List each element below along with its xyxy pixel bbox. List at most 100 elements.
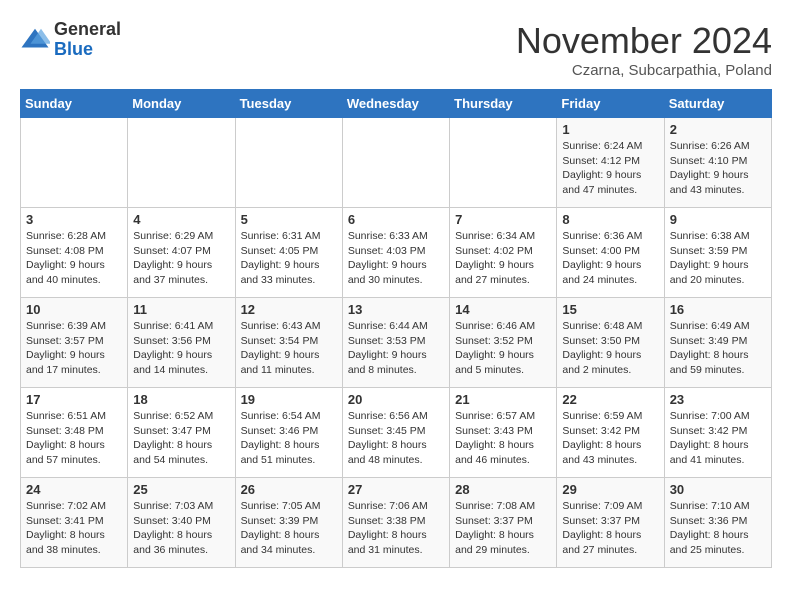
day-cell: 24 Sunrise: 7:02 AMSunset: 3:41 PMDayligh… [21,478,128,568]
title-block: November 2024 Czarna, Subcarpathia, Pola… [516,20,772,79]
day-cell: 16 Sunrise: 6:49 AMSunset: 3:49 PMDayligh… [664,298,771,388]
day-info: Sunrise: 6:31 AMSunset: 4:05 PMDaylight:… [241,229,337,288]
day-info: Sunrise: 6:38 AMSunset: 3:59 PMDaylight:… [670,229,766,288]
header-cell-tuesday: Tuesday [235,90,342,118]
header-cell-thursday: Thursday [450,90,557,118]
page-header: General Blue November 2024 Czarna, Subca… [20,20,772,79]
day-info: Sunrise: 7:00 AMSunset: 3:42 PMDaylight:… [670,409,766,468]
calendar-body: 1 Sunrise: 6:24 AMSunset: 4:12 PMDaylight… [21,118,772,568]
day-info: Sunrise: 6:57 AMSunset: 3:43 PMDaylight:… [455,409,551,468]
day-number: 24 [26,482,122,497]
day-cell: 6 Sunrise: 6:33 AMSunset: 4:03 PMDaylight… [342,208,449,298]
day-number: 27 [348,482,444,497]
day-cell: 13 Sunrise: 6:44 AMSunset: 3:53 PMDayligh… [342,298,449,388]
day-info: Sunrise: 6:44 AMSunset: 3:53 PMDaylight:… [348,319,444,378]
day-cell: 3Sunrise: 6:28 AMSunset: 4:08 PMDaylight… [21,208,128,298]
day-number: 7 [455,212,551,227]
day-number: 30 [670,482,766,497]
day-number: 19 [241,392,337,407]
day-cell: 23 Sunrise: 7:00 AMSunset: 3:42 PMDayligh… [664,388,771,478]
day-number: 17 [26,392,122,407]
day-info: Sunrise: 6:26 AMSunset: 4:10 PMDaylight:… [670,139,766,198]
day-number: 2 [670,122,766,137]
day-info: Sunrise: 6:36 AMSunset: 4:00 PMDaylight:… [562,229,658,288]
logo-icon [20,25,50,55]
day-number: 20 [348,392,444,407]
day-cell: 25Sunrise: 7:03 AMSunset: 3:40 PMDayligh… [128,478,235,568]
day-cell: 7 Sunrise: 6:34 AMSunset: 4:02 PMDaylight… [450,208,557,298]
day-info: Sunrise: 7:03 AMSunset: 3:40 PMDaylight:… [133,499,229,558]
day-cell: 5 Sunrise: 6:31 AMSunset: 4:05 PMDaylight… [235,208,342,298]
day-number: 14 [455,302,551,317]
day-info: Sunrise: 7:10 AMSunset: 3:36 PMDaylight:… [670,499,766,558]
day-cell: 19 Sunrise: 6:54 AMSunset: 3:46 PMDayligh… [235,388,342,478]
day-info: Sunrise: 6:41 AMSunset: 3:56 PMDaylight:… [133,319,229,378]
day-number: 8 [562,212,658,227]
header-cell-friday: Friday [557,90,664,118]
day-number: 9 [670,212,766,227]
day-info: Sunrise: 6:56 AMSunset: 3:45 PMDaylight:… [348,409,444,468]
header-row: SundayMondayTuesdayWednesdayThursdayFrid… [21,90,772,118]
day-info: Sunrise: 6:34 AMSunset: 4:02 PMDaylight:… [455,229,551,288]
logo: General Blue [20,20,121,60]
logo-blue-text: Blue [54,39,93,59]
month-title: November 2024 [516,20,772,62]
day-info: Sunrise: 7:08 AMSunset: 3:37 PMDaylight:… [455,499,551,558]
day-info: Sunrise: 6:51 AMSunset: 3:48 PMDaylight:… [26,409,122,468]
day-info: Sunrise: 6:54 AMSunset: 3:46 PMDaylight:… [241,409,337,468]
day-number: 13 [348,302,444,317]
day-cell: 8 Sunrise: 6:36 AMSunset: 4:00 PMDaylight… [557,208,664,298]
week-row-3: 10 Sunrise: 6:39 AMSunset: 3:57 PMDayligh… [21,298,772,388]
day-info: Sunrise: 7:09 AMSunset: 3:37 PMDaylight:… [562,499,658,558]
day-cell: 20 Sunrise: 6:56 AMSunset: 3:45 PMDayligh… [342,388,449,478]
day-cell: 10 Sunrise: 6:39 AMSunset: 3:57 PMDayligh… [21,298,128,388]
logo-general-text: General [54,19,121,39]
week-row-4: 17 Sunrise: 6:51 AMSunset: 3:48 PMDayligh… [21,388,772,478]
day-number: 5 [241,212,337,227]
day-info: Sunrise: 6:28 AMSunset: 4:08 PMDaylight:… [26,229,122,288]
day-number: 18 [133,392,229,407]
day-info: Sunrise: 6:49 AMSunset: 3:49 PMDaylight:… [670,319,766,378]
day-info: Sunrise: 6:59 AMSunset: 3:42 PMDaylight:… [562,409,658,468]
week-row-2: 3Sunrise: 6:28 AMSunset: 4:08 PMDaylight… [21,208,772,298]
day-number: 1 [562,122,658,137]
day-number: 6 [348,212,444,227]
week-row-5: 24 Sunrise: 7:02 AMSunset: 3:41 PMDayligh… [21,478,772,568]
day-info: Sunrise: 6:43 AMSunset: 3:54 PMDaylight:… [241,319,337,378]
header-cell-sunday: Sunday [21,90,128,118]
day-cell: 22Sunrise: 6:59 AMSunset: 3:42 PMDayligh… [557,388,664,478]
day-number: 12 [241,302,337,317]
day-cell: 27 Sunrise: 7:06 AMSunset: 3:38 PMDayligh… [342,478,449,568]
day-cell: 26Sunrise: 7:05 AMSunset: 3:39 PMDayligh… [235,478,342,568]
day-number: 23 [670,392,766,407]
day-number: 10 [26,302,122,317]
day-cell: 28Sunrise: 7:08 AMSunset: 3:37 PMDayligh… [450,478,557,568]
day-number: 16 [670,302,766,317]
day-cell: 14 Sunrise: 6:46 AMSunset: 3:52 PMDayligh… [450,298,557,388]
day-info: Sunrise: 7:06 AMSunset: 3:38 PMDaylight:… [348,499,444,558]
day-info: Sunrise: 6:24 AMSunset: 4:12 PMDaylight:… [562,139,658,198]
day-cell: 29Sunrise: 7:09 AMSunset: 3:37 PMDayligh… [557,478,664,568]
day-info: Sunrise: 6:29 AMSunset: 4:07 PMDaylight:… [133,229,229,288]
day-info: Sunrise: 7:05 AMSunset: 3:39 PMDaylight:… [241,499,337,558]
day-cell: 9 Sunrise: 6:38 AMSunset: 3:59 PMDaylight… [664,208,771,298]
day-cell: 12 Sunrise: 6:43 AMSunset: 3:54 PMDayligh… [235,298,342,388]
header-cell-monday: Monday [128,90,235,118]
day-info: Sunrise: 6:39 AMSunset: 3:57 PMDaylight:… [26,319,122,378]
week-row-1: 1 Sunrise: 6:24 AMSunset: 4:12 PMDaylight… [21,118,772,208]
day-info: Sunrise: 7:02 AMSunset: 3:41 PMDaylight:… [26,499,122,558]
day-info: Sunrise: 6:46 AMSunset: 3:52 PMDaylight:… [455,319,551,378]
day-cell: 11Sunrise: 6:41 AMSunset: 3:56 PMDayligh… [128,298,235,388]
day-cell: 15Sunrise: 6:48 AMSunset: 3:50 PMDayligh… [557,298,664,388]
day-number: 15 [562,302,658,317]
day-cell: 17 Sunrise: 6:51 AMSunset: 3:48 PMDayligh… [21,388,128,478]
day-cell: 18Sunrise: 6:52 AMSunset: 3:47 PMDayligh… [128,388,235,478]
location-subtitle: Czarna, Subcarpathia, Poland [516,62,772,79]
day-number: 4 [133,212,229,227]
day-cell [128,118,235,208]
day-cell: 1 Sunrise: 6:24 AMSunset: 4:12 PMDaylight… [557,118,664,208]
day-number: 21 [455,392,551,407]
day-info: Sunrise: 6:33 AMSunset: 4:03 PMDaylight:… [348,229,444,288]
header-cell-wednesday: Wednesday [342,90,449,118]
header-cell-saturday: Saturday [664,90,771,118]
